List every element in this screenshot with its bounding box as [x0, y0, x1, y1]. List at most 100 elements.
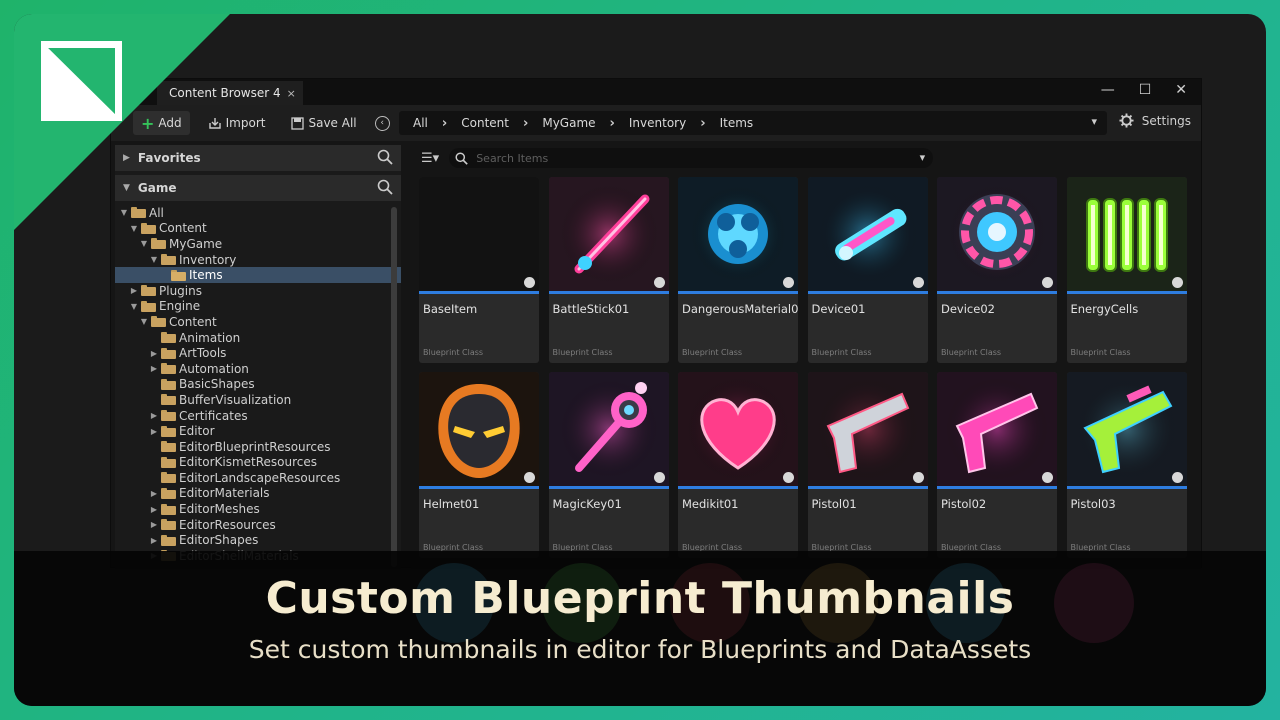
- chevron-right-icon[interactable]: ▶: [129, 286, 139, 295]
- asset-name: Pistol01: [811, 497, 857, 511]
- asset-tile[interactable]: EnergyCells Blueprint Class: [1066, 177, 1187, 363]
- tree-item[interactable]: Animation: [115, 330, 401, 346]
- chevron-down-icon[interactable]: ▼: [119, 208, 129, 217]
- tree-item-label: EditorResources: [179, 517, 276, 532]
- banner-title: Custom Blueprint Thumbnails: [265, 573, 1015, 624]
- blueprint-badge-icon: [1171, 472, 1183, 483]
- tree-item[interactable]: ▶ ArtTools: [115, 345, 401, 361]
- asset-tile[interactable]: Device02 Blueprint Class: [937, 177, 1057, 363]
- tree-item[interactable]: Items: [115, 267, 401, 283]
- tree-item[interactable]: BasicShapes: [115, 377, 401, 393]
- tree-item[interactable]: ▼ Engine: [115, 299, 401, 315]
- tree-item[interactable]: ▶ Certificates: [115, 408, 401, 424]
- blueprint-badge-icon: [912, 472, 924, 483]
- breadcrumb-inventory[interactable]: Inventory: [629, 116, 686, 130]
- asset-type: Blueprint Class: [1070, 348, 1131, 357]
- chevron-down-icon[interactable]: ▾: [1091, 115, 1097, 128]
- folder-icon: [161, 347, 176, 359]
- asset-tile[interactable]: Pistol03 Blueprint Class: [1066, 372, 1187, 558]
- asset-tile[interactable]: BattleStick01 Blueprint Class: [548, 177, 669, 363]
- filter-icon[interactable]: ☰▾: [421, 151, 439, 166]
- tree-item[interactable]: ▶ EditorMeshes: [115, 501, 401, 517]
- save-all-button[interactable]: Save All: [283, 111, 364, 135]
- tree-item[interactable]: EditorBlueprintResources: [115, 439, 401, 455]
- chevron-down-icon[interactable]: ▾: [920, 151, 926, 164]
- folder-icon: [141, 300, 156, 312]
- chevron-right-icon[interactable]: ▶: [149, 489, 159, 498]
- folder-icon: [161, 487, 176, 499]
- folder-icon: [171, 269, 186, 281]
- tree-item[interactable]: EditorLandscapeResources: [115, 470, 401, 486]
- maximize-icon[interactable]: ☐: [1139, 82, 1152, 98]
- breadcrumb-content[interactable]: Content: [461, 116, 509, 130]
- asset-tile[interactable]: Pistol02 Blueprint Class: [937, 372, 1057, 558]
- tree-item-label: All: [149, 205, 164, 220]
- asset-tile[interactable]: Medikit01 Blueprint Class: [678, 372, 798, 558]
- breadcrumb-separator-icon: ›: [441, 115, 448, 131]
- tree-item[interactable]: ▼ MyGame: [115, 236, 401, 252]
- settings-button[interactable]: Settings: [1119, 113, 1191, 128]
- asset-type: Blueprint Class: [682, 348, 743, 357]
- tab-close-icon[interactable]: ×: [287, 87, 296, 100]
- asset-tile[interactable]: DangerousMaterial01 Blueprint Class: [678, 177, 798, 363]
- tree-item[interactable]: ▶ Automation: [115, 361, 401, 377]
- tree-item[interactable]: ▼ Content: [115, 221, 401, 237]
- tree-item[interactable]: ▶ Plugins: [115, 283, 401, 299]
- add-button[interactable]: + Add: [133, 111, 190, 135]
- breadcrumb-items[interactable]: Items: [720, 116, 754, 130]
- chevron-down-icon[interactable]: ▼: [149, 255, 159, 264]
- game-header[interactable]: ▼ Game: [115, 175, 401, 201]
- favorites-header[interactable]: ▶ Favorites: [115, 145, 401, 171]
- asset-tile[interactable]: BaseItem Blueprint Class: [419, 177, 539, 363]
- chevron-right-icon[interactable]: ▶: [149, 364, 159, 373]
- search-box[interactable]: ▾: [449, 148, 934, 168]
- chevron-down-icon[interactable]: ▼: [129, 224, 139, 233]
- chevron-right-icon[interactable]: ▶: [149, 520, 159, 529]
- back-arrow-icon[interactable]: ‹: [374, 115, 390, 131]
- folder-icon: [161, 503, 176, 515]
- chevron-down-icon[interactable]: ▼: [139, 317, 149, 326]
- asset-tile[interactable]: Device01 Blueprint Class: [807, 177, 928, 363]
- toolbar: + Add Import Save All ‹ › All: [111, 105, 1201, 141]
- tree-item-label: EditorBlueprintResources: [179, 439, 331, 454]
- sources-panel: ▶ Favorites ▼ Game ▼ All ▼ Content ▼ MyGame ▼ I…: [115, 145, 401, 569]
- chevron-right-icon[interactable]: ▶: [149, 536, 159, 545]
- chevron-right-icon[interactable]: ▶: [149, 427, 159, 436]
- tree-item-label: Content: [159, 221, 207, 236]
- chevron-down-icon[interactable]: ▼: [129, 302, 139, 311]
- tree-scrollbar[interactable]: [391, 207, 397, 567]
- tree-item[interactable]: EditorKismetResources: [115, 455, 401, 471]
- tree-item[interactable]: ▶ EditorShapes: [115, 532, 401, 548]
- tree-item-label: BasicShapes: [179, 377, 255, 392]
- folder-icon: [161, 378, 176, 390]
- chevron-down-icon[interactable]: ▼: [139, 239, 149, 248]
- asset-tile[interactable]: MagicKey01 Blueprint Class: [548, 372, 669, 558]
- search-input[interactable]: [476, 151, 897, 165]
- chevron-right-icon[interactable]: ▶: [149, 349, 159, 358]
- tree-item-label: EditorMeshes: [179, 502, 260, 517]
- search-icon[interactable]: [377, 179, 393, 195]
- chevron-right-icon[interactable]: ▶: [149, 505, 159, 514]
- tree-item[interactable]: ▶ EditorResources: [115, 517, 401, 533]
- chevron-right-icon[interactable]: ▶: [149, 411, 159, 420]
- asset-tile[interactable]: Helmet01 Blueprint Class: [419, 372, 539, 558]
- import-button[interactable]: Import: [200, 111, 274, 135]
- asset-tile[interactable]: Pistol01 Blueprint Class: [807, 372, 928, 558]
- tree-item[interactable]: ▼ Inventory: [115, 252, 401, 268]
- search-icon[interactable]: [377, 149, 393, 165]
- minimize-icon[interactable]: —: [1101, 82, 1115, 98]
- close-icon[interactable]: ✕: [1175, 82, 1187, 98]
- breadcrumb-all[interactable]: All: [413, 116, 428, 130]
- tree-item[interactable]: ▼ All: [115, 205, 401, 221]
- breadcrumb-mygame[interactable]: MyGame: [542, 116, 595, 130]
- blueprint-badge-icon: [1171, 277, 1183, 288]
- folder-icon: [161, 425, 176, 437]
- asset-name: Helmet01: [423, 497, 480, 511]
- tab-content-browser[interactable]: Content Browser 4 ×: [157, 81, 303, 105]
- tree-item[interactable]: ▶ EditorMaterials: [115, 486, 401, 502]
- tree-item[interactable]: ▶ Editor: [115, 423, 401, 439]
- tree-item-label: EditorLandscapeResources: [179, 470, 341, 485]
- tree-item[interactable]: BufferVisualization: [115, 392, 401, 408]
- tree-item[interactable]: ▼ Content: [115, 314, 401, 330]
- plus-icon: +: [141, 113, 155, 133]
